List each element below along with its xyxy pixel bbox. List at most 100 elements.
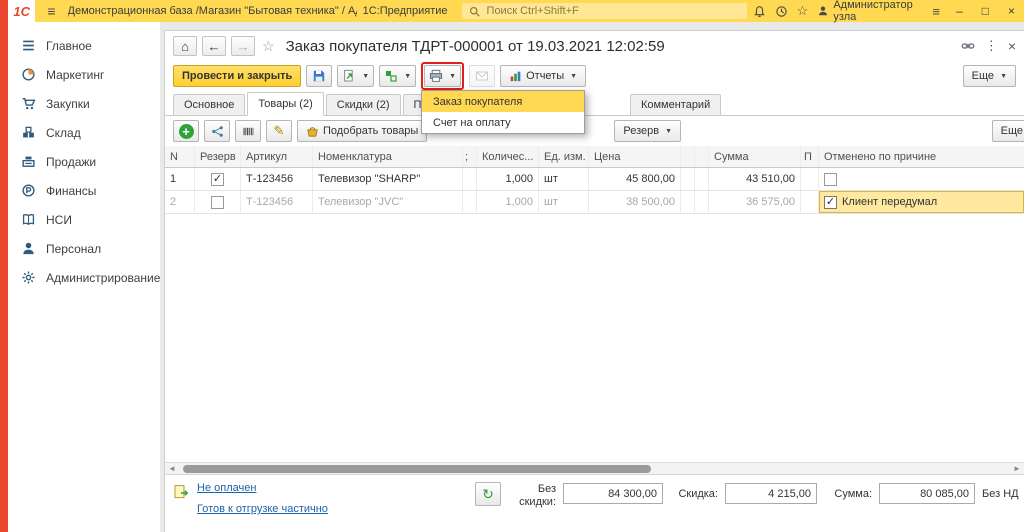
pick-products-button[interactable]: Подобрать товары — [297, 120, 427, 142]
person-icon — [21, 241, 36, 256]
search-placeholder: Поиск Ctrl+Shift+F — [487, 5, 579, 17]
sidebar-item-label: Главное — [46, 39, 92, 53]
main-menu-icon[interactable]: ≡ — [41, 3, 61, 19]
link-icon[interactable] — [961, 39, 975, 53]
horizontal-scrollbar[interactable]: ◄ ► — [165, 462, 1024, 474]
add-row-button[interactable]: + — [173, 120, 199, 142]
post-and-close-button[interactable]: Провести и закрыть — [173, 65, 301, 87]
cell-spacer — [695, 191, 709, 213]
items-more-button[interactable]: Еще — [992, 120, 1024, 142]
cancel-checkbox[interactable] — [824, 173, 837, 186]
favorite-star-icon[interactable]: ☆ — [262, 38, 275, 55]
forward-button[interactable]: → — [231, 36, 255, 56]
create-based-on-button[interactable]: ▼ — [379, 65, 416, 87]
sidebar-item-purchases[interactable]: Закупки — [8, 89, 160, 118]
sidebar-item-label: Маркетинг — [46, 68, 104, 82]
payment-status-link[interactable]: Не оплачен — [197, 482, 328, 494]
cell-sum: 36 575,00 — [709, 191, 801, 213]
edit-pencil-button[interactable]: ✎ — [266, 120, 292, 142]
gear-icon — [21, 270, 36, 285]
sidebar-item-main[interactable]: Главное — [8, 31, 160, 60]
col-quantity[interactable]: Количес... — [477, 146, 539, 167]
cancel-checkbox[interactable]: ✓ — [824, 196, 837, 209]
back-button[interactable]: ← — [202, 36, 226, 56]
col-sum[interactable]: Сумма — [709, 146, 801, 167]
cell-characteristic — [463, 168, 477, 190]
col-cancel-reason[interactable]: Отменено по причине — [819, 146, 1024, 167]
shipping-status-link[interactable]: Готов к отгрузке частично — [197, 503, 328, 515]
form-footer: Не оплачен Готов к отгрузке частично ↻ Б… — [165, 474, 1024, 532]
col-reserve[interactable]: Резерв — [195, 146, 241, 167]
tab-comment[interactable]: Комментарий — [630, 94, 721, 115]
cell-cancel-reason-selected[interactable]: ✓Клиент передумал — [819, 191, 1024, 213]
refresh-totals-button[interactable]: ↻ — [475, 482, 501, 506]
history-icon[interactable] — [775, 4, 788, 18]
tab-goods[interactable]: Товары (2) — [247, 92, 323, 116]
sidebar-item-nsi[interactable]: НСИ — [8, 205, 160, 234]
cell-spacer — [681, 168, 695, 190]
global-search-input[interactable]: Поиск Ctrl+Shift+F — [462, 3, 747, 19]
without-discount-value: 84 300,00 — [563, 483, 663, 504]
sidebar-item-marketing[interactable]: Маркетинг — [8, 60, 160, 89]
service-menu-icon[interactable]: ≡ — [930, 4, 942, 18]
menu-item-customer-order[interactable]: Заказ покупателя — [422, 91, 584, 112]
col-n[interactable]: N — [165, 146, 195, 167]
structure-icon-button[interactable] — [204, 120, 230, 142]
scroll-right-arrow-icon[interactable]: ► — [1010, 464, 1024, 473]
tab-main[interactable]: Основное — [173, 94, 245, 115]
items-more-label: Еще — [1001, 125, 1023, 137]
more-actions-kebab-icon[interactable]: ⋮ — [985, 38, 998, 54]
form-more-button[interactable]: Еще▼ — [963, 65, 1016, 87]
reserve-button[interactable]: Резерв▼ — [614, 120, 681, 142]
col-unit[interactable]: Ед. изм. — [539, 146, 589, 167]
home-button[interactable]: ⌂ — [173, 36, 197, 56]
sidebar-item-label: Финансы — [46, 184, 96, 198]
current-user[interactable]: Администратор узла — [817, 0, 921, 23]
email-document-button[interactable] — [469, 65, 495, 87]
pick-products-label: Подобрать товары — [323, 125, 418, 137]
table-row[interactable]: 1 ✓ Т-123456 Телевизор "SHARP" 1,000 шт … — [165, 168, 1024, 191]
post-document-button[interactable]: ▼ — [337, 65, 374, 87]
page-title: Заказ покупателя ТДРТ-000001 от 19.03.20… — [282, 38, 956, 55]
tab-discounts[interactable]: Скидки (2) — [326, 94, 401, 115]
pencil-icon: ✎ — [274, 123, 285, 139]
col-article[interactable]: Артикул — [241, 146, 313, 167]
sidebar-item-finance[interactable]: Финансы — [8, 176, 160, 205]
sidebar-item-personnel[interactable]: Персонал — [8, 234, 160, 263]
close-window-button[interactable]: × — [1003, 4, 1020, 18]
cell-spacer — [681, 191, 695, 213]
reports-button[interactable]: Отчеты▼ — [500, 65, 586, 87]
form-header-actions: ⋮ × — [961, 38, 1016, 54]
notifications-bell-icon[interactable] — [753, 4, 766, 18]
sidebar-item-warehouse[interactable]: Склад — [8, 118, 160, 147]
col-p[interactable]: П — [801, 146, 819, 167]
table-header-row: N Резерв Артикул Номенклатура ; Количес.… — [165, 146, 1024, 168]
sidebar-item-label: Администрирование — [46, 271, 160, 285]
command-bar: Провести и закрыть ▼ ▼ ▼ — [165, 61, 1024, 91]
scroll-left-arrow-icon[interactable]: ◄ — [165, 464, 179, 473]
sidebar-item-administration[interactable]: Администрирование — [8, 263, 160, 292]
col-characteristic[interactable]: ; — [463, 146, 477, 167]
reserve-checkbox[interactable]: ✓ — [211, 173, 224, 186]
cell-nomenclature: Телевизор "SHARP" — [313, 168, 463, 190]
more-label: Еще — [972, 70, 994, 82]
menu-item-invoice[interactable]: Счет на оплату — [422, 112, 584, 133]
col-nomenclature[interactable]: Номенклатура — [313, 146, 463, 167]
pie-chart-icon — [21, 67, 36, 82]
sidebar-item-sales[interactable]: Продажи — [8, 147, 160, 176]
cart-icon — [21, 96, 36, 111]
favorites-star-icon[interactable]: ☆ — [797, 4, 809, 18]
document-status-icon — [173, 484, 189, 500]
maximize-button[interactable]: □ — [977, 4, 994, 18]
scrollbar-track[interactable] — [179, 463, 1010, 474]
barcode-icon-button[interactable] — [235, 120, 261, 142]
print-button[interactable]: ▼ — [424, 65, 461, 87]
save-button[interactable] — [306, 65, 332, 87]
window-body: Главное Маркетинг Закупки Склад Продажи … — [8, 22, 1024, 532]
minimize-button[interactable]: – — [951, 4, 968, 18]
close-form-icon[interactable]: × — [1008, 38, 1016, 54]
table-row[interactable]: 2 Т-123456 Телевизор "JVC" 1,000 шт 38 5… — [165, 191, 1024, 214]
col-price[interactable]: Цена — [589, 146, 681, 167]
reserve-checkbox[interactable] — [211, 196, 224, 209]
scrollbar-thumb[interactable] — [183, 465, 651, 473]
